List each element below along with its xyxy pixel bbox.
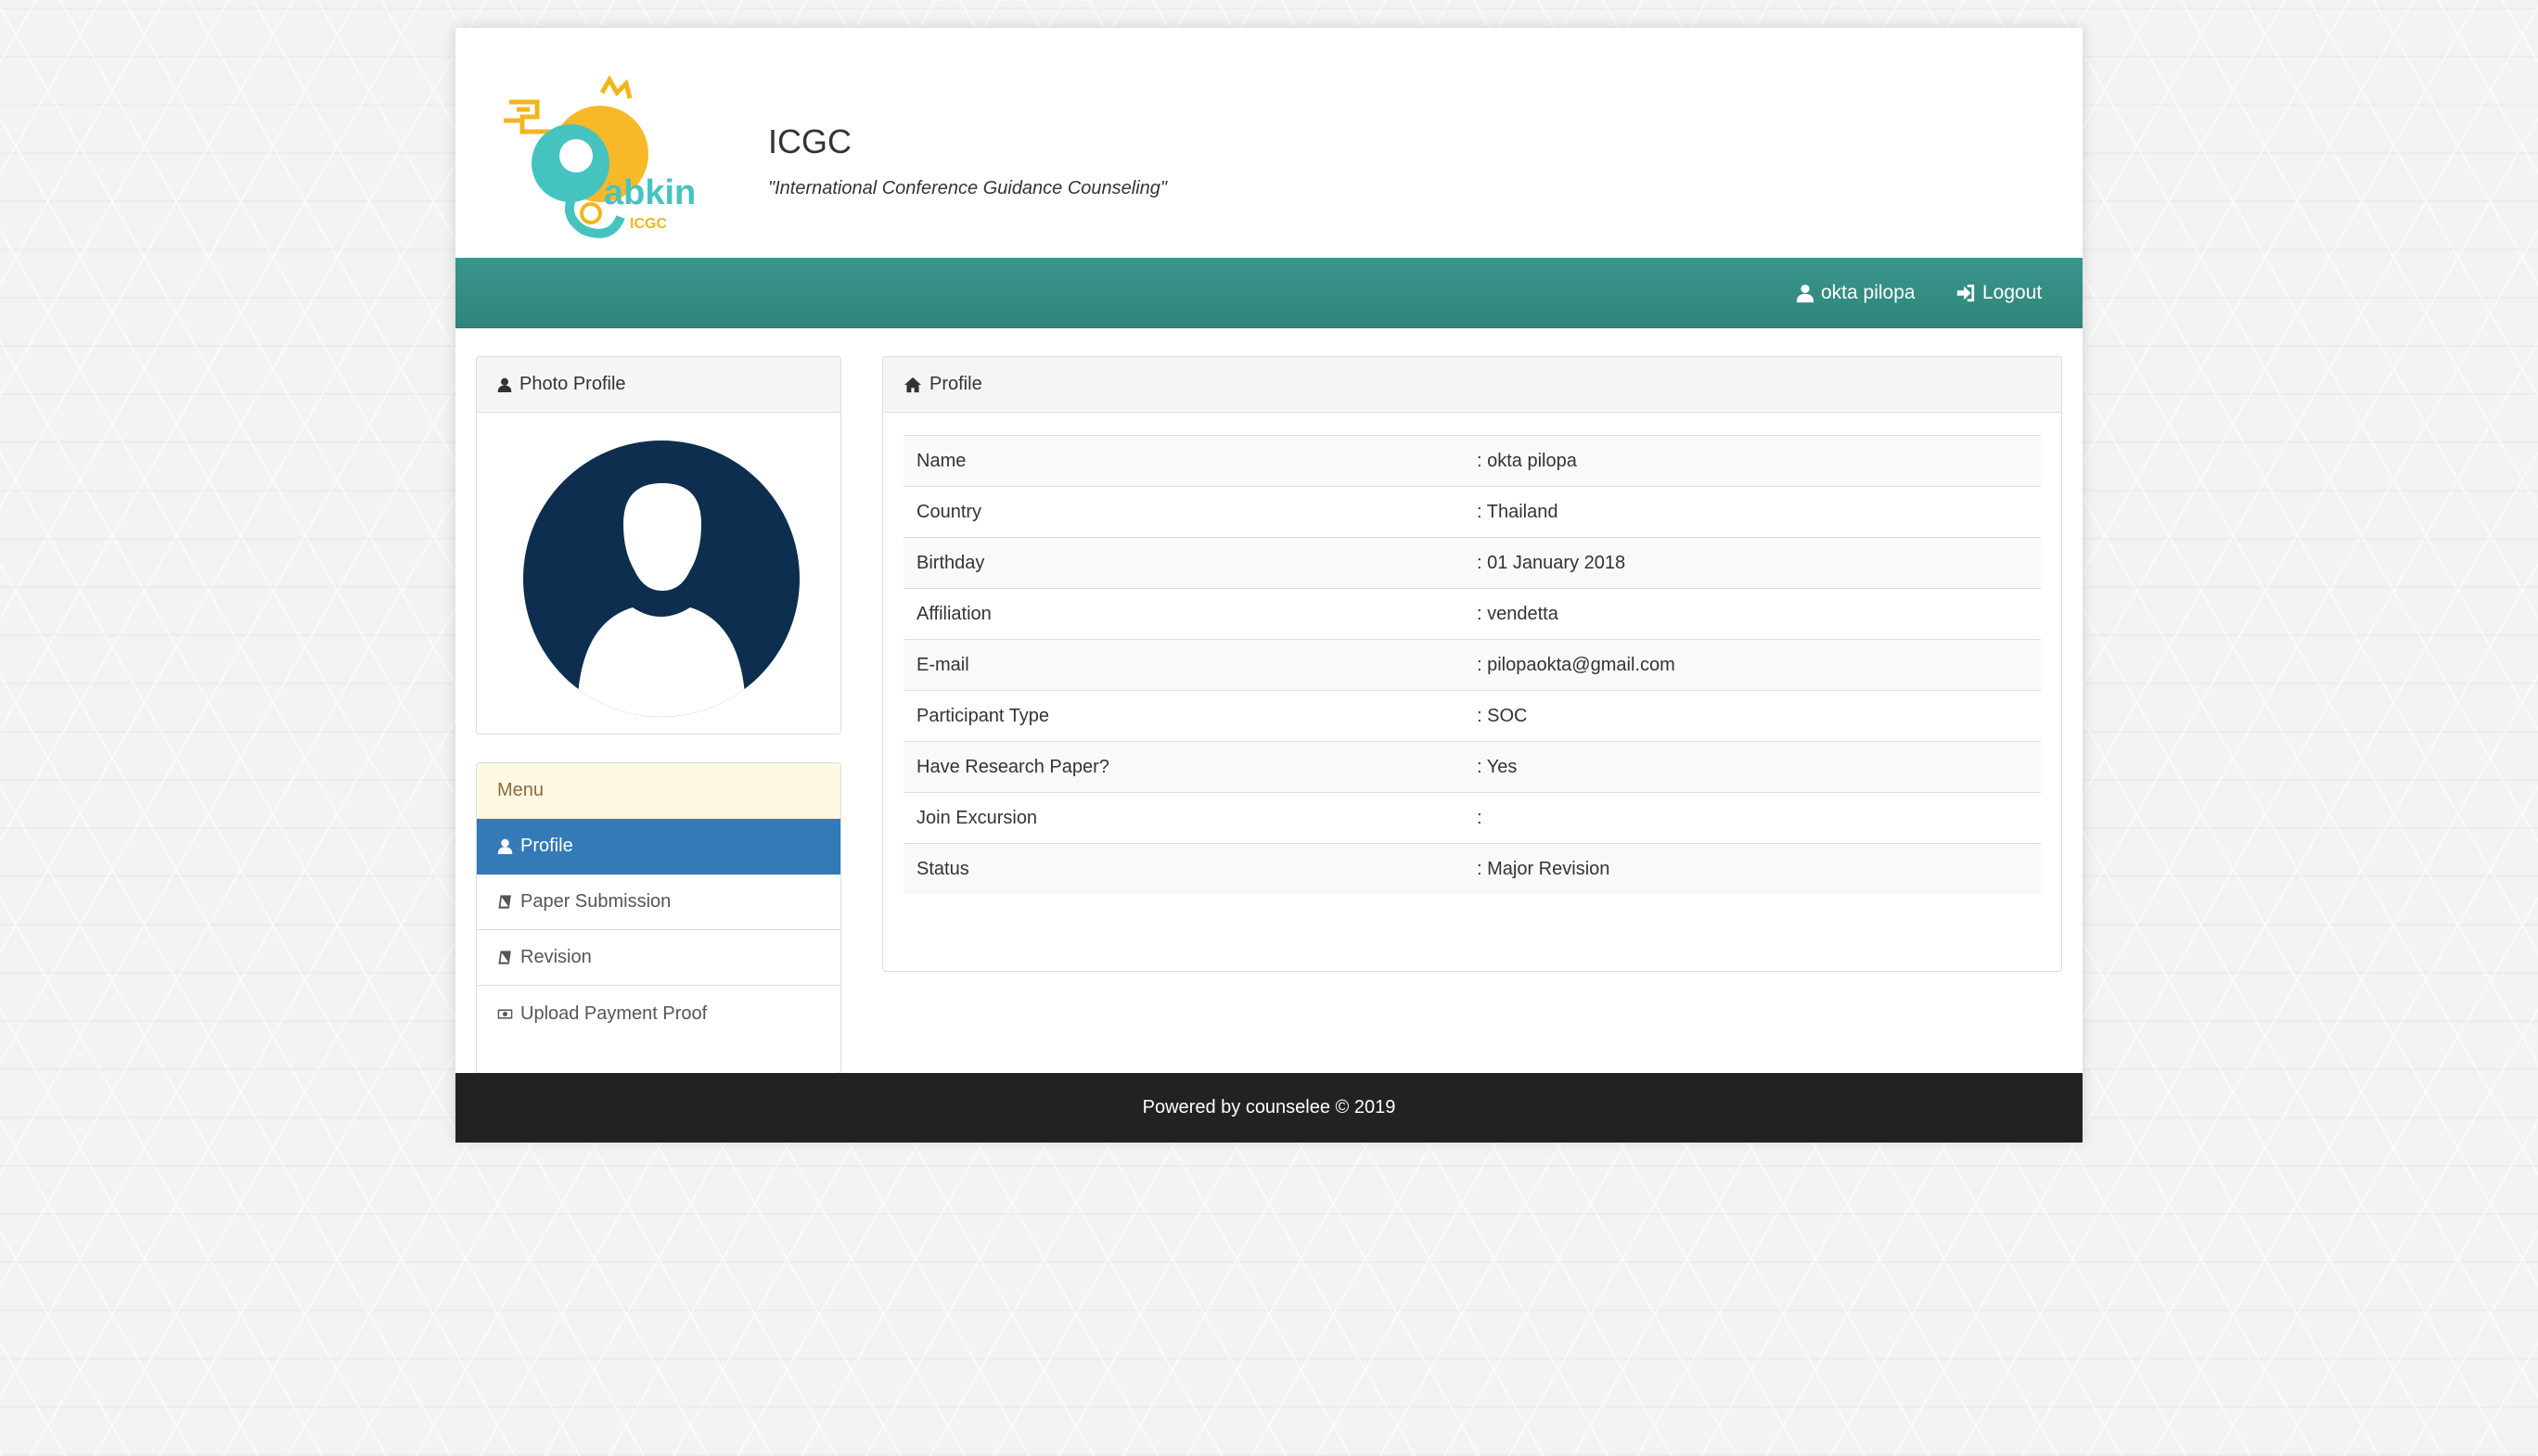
- profile-field-label: Participant Type: [916, 705, 1050, 726]
- menu-item-label: Paper Submission: [520, 891, 672, 912]
- site-logo[interactable]: abkin ICGC: [491, 65, 713, 250]
- profile-field-value: : Thailand: [1477, 501, 1558, 522]
- profile-table: Name : okta pilopa Country : Thailand Birthd…: [904, 435, 2041, 895]
- avatar: [523, 441, 800, 717]
- page-container: abkin ICGC ICGC "International Conferenc…: [455, 28, 2083, 1141]
- profile-field-label: Birthday: [916, 552, 985, 573]
- site-subtitle: "International Conference Guidance Couns…: [768, 178, 1168, 198]
- site-title: ICGC: [768, 122, 852, 160]
- profile-field-label: Name: [916, 450, 967, 471]
- menu-panel: Menu Profile Paper Submission Revision Uplo…: [476, 762, 841, 1074]
- menu-item-upload-payment-proof[interactable]: Upload Payment Proof: [477, 986, 840, 1041]
- profile-field-value: : okta pilopa: [1477, 450, 1577, 471]
- menu-item-label: Profile: [520, 836, 573, 856]
- profile-field-value: : pilopaokta@gmail.com: [1477, 654, 1675, 675]
- menu-item-label: Revision: [520, 947, 592, 967]
- profile-field-label: Country: [916, 501, 982, 522]
- nav-user-link[interactable]: okta pilopa: [1795, 258, 1916, 328]
- table-row: Birthday : 01 January 2018: [904, 537, 2041, 589]
- book-icon: [498, 951, 511, 964]
- log-in-icon: [1956, 284, 1975, 302]
- table-row: Join Excursion:: [904, 792, 2041, 844]
- svg-text:ICGC: ICGC: [630, 216, 667, 232]
- profile-field-value: : Major Revision: [1477, 858, 1610, 879]
- book-icon: [498, 895, 511, 909]
- menu-item-label: Upload Payment Proof: [520, 1003, 708, 1024]
- svg-text:abkin: abkin: [604, 173, 696, 212]
- nav-logout-link[interactable]: Logout: [1955, 258, 2042, 328]
- photo-profile-panel: Photo Profile: [476, 356, 841, 734]
- profile-field-value: :: [1477, 807, 1482, 828]
- user-icon: [1796, 284, 1814, 303]
- profile-field-label: E-mail: [916, 654, 969, 675]
- home-icon: [904, 377, 921, 392]
- nav-user-label: okta pilopa: [1821, 282, 1916, 303]
- profile-field-value: : Yes: [1477, 756, 1518, 777]
- menu-heading: Menu: [477, 763, 840, 819]
- user-icon: [497, 838, 513, 854]
- money-icon: [497, 1009, 513, 1018]
- table-row: Country : Thailand: [904, 486, 2041, 538]
- profile-field-value: : SOC: [1477, 705, 1528, 726]
- photo-profile-heading: Photo Profile: [477, 357, 840, 413]
- table-row: Have Research Paper? : Yes: [904, 741, 2041, 793]
- menu-item-paper-submission[interactable]: Paper Submission: [477, 875, 840, 930]
- table-row: Name : okta pilopa: [904, 435, 2041, 487]
- table-row: Status : Major Revision: [904, 843, 2041, 895]
- menu-item-revision[interactable]: Revision: [477, 930, 840, 986]
- profile-field-label: Have Research Paper?: [916, 756, 1109, 777]
- profile-field-label: Status: [916, 858, 969, 879]
- table-row: Participant Type : SOC: [904, 690, 2041, 742]
- profile-title: Profile: [929, 374, 982, 394]
- table-row: E-mail : pilopaokta@gmail.com: [904, 639, 2041, 691]
- profile-heading: Profile: [883, 357, 2061, 413]
- footer-text: Powered by counselee © 2019: [1142, 1097, 1396, 1118]
- profile-field-label: Join Excursion: [916, 807, 1038, 828]
- user-icon: [497, 377, 512, 392]
- nav-logout-label: Logout: [1982, 282, 2043, 303]
- profile-field-value: : 01 January 2018: [1477, 552, 1626, 573]
- top-navbar: okta pilopa Logout: [455, 258, 2083, 328]
- profile-details-panel: Profile Name : okta pilopa Country : Thaila…: [882, 356, 2062, 972]
- photo-profile-title: Photo Profile: [519, 374, 626, 394]
- site-footer: Powered by counselee © 2019: [455, 1073, 2083, 1143]
- profile-field-value: : vendetta: [1477, 603, 1558, 624]
- table-row: Affiliation : vendetta: [904, 588, 2041, 640]
- menu-item-profile[interactable]: Profile: [477, 819, 840, 875]
- site-header: abkin ICGC ICGC "International Conferenc…: [455, 28, 2083, 258]
- profile-field-label: Affiliation: [916, 603, 992, 624]
